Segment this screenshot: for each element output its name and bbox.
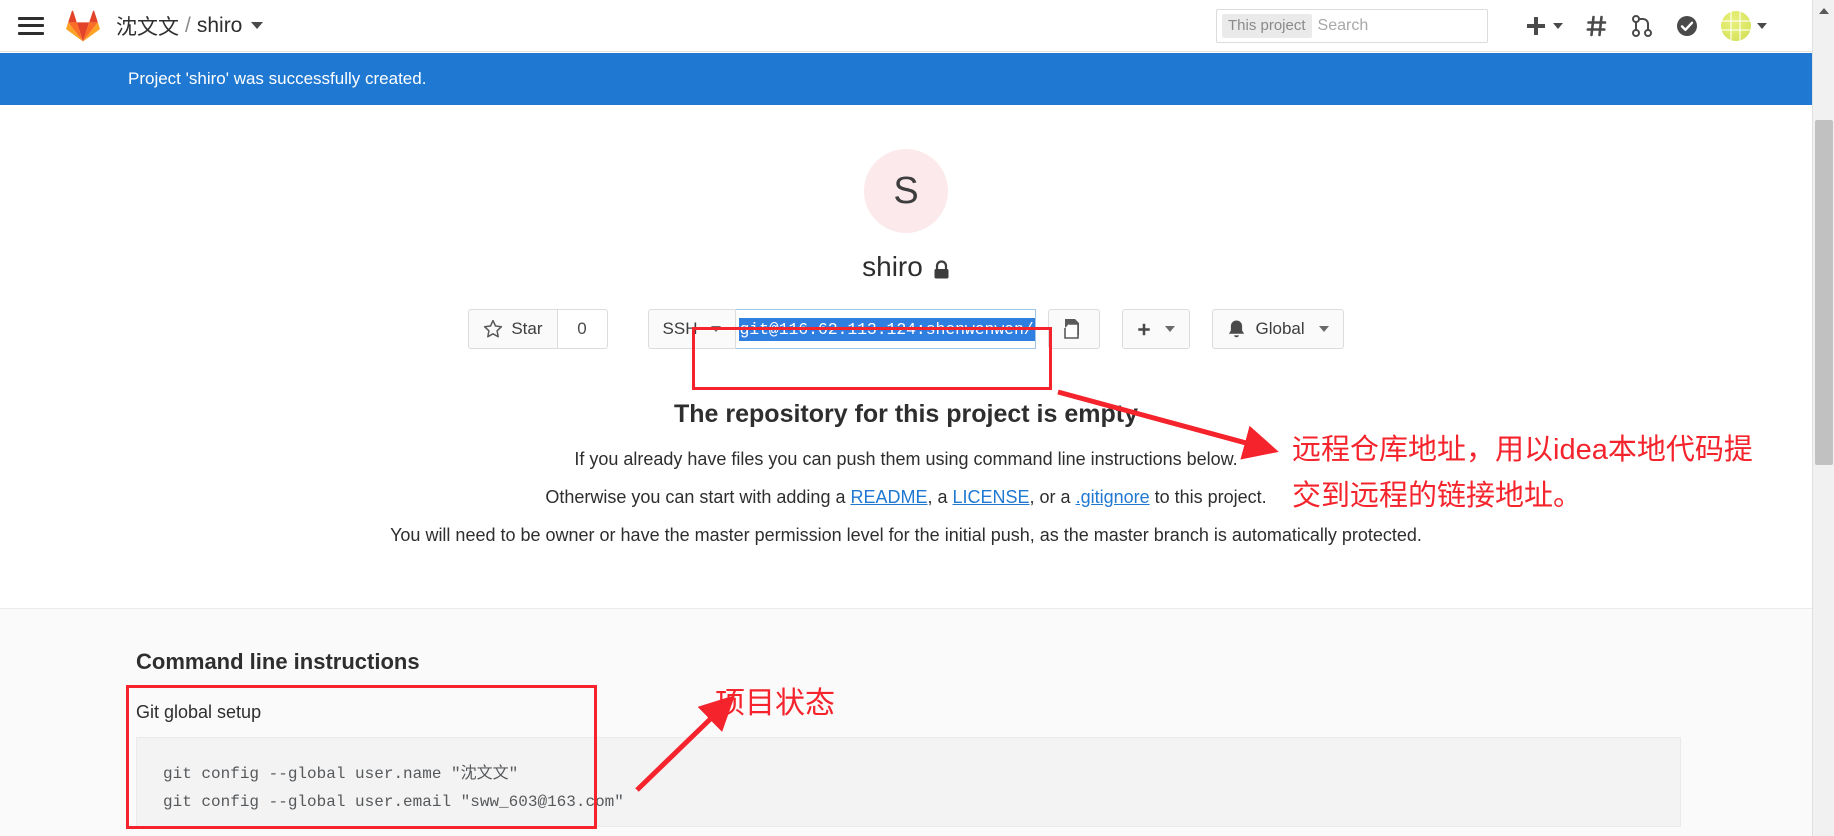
issues-nav-button[interactable]: [1574, 0, 1620, 52]
search-input[interactable]: [1311, 16, 1531, 35]
annotation-project-status: 项目状态: [715, 687, 835, 720]
empty-repo-title: The repository for this project is empty: [674, 400, 1138, 428]
search-scope-label: This project: [1222, 13, 1312, 38]
git-global-setup-title: Git global setup: [136, 702, 262, 722]
empty-repo-line-3: You will need to be owner or have the ma…: [390, 525, 1422, 545]
chevron-down-icon: [1757, 22, 1767, 29]
gitlab-logo-icon[interactable]: [66, 10, 100, 42]
breadcrumb-separator: /: [185, 13, 191, 37]
todos-check-icon: [1677, 15, 1697, 36]
chevron-down-icon: [710, 326, 721, 332]
chevron-up-icon: [1819, 8, 1829, 14]
search-box[interactable]: This project: [1216, 8, 1531, 43]
top-navbar: 沈文文 / shiro This project: [0, 0, 1812, 52]
annotation-line-1: 远程仓库地址，用以idea本地代码提: [1292, 434, 1753, 466]
empty-line2-mid1: , a: [927, 487, 953, 507]
chevron-down-icon: [1318, 326, 1329, 332]
plus-icon: [1527, 16, 1545, 35]
copy-url-button[interactable]: [1047, 309, 1100, 349]
bell-icon: [1228, 320, 1244, 337]
star-button[interactable]: Star: [468, 309, 558, 349]
star-count[interactable]: 0: [557, 309, 608, 349]
notification-label: Global: [1255, 319, 1305, 338]
navbar-right-group: This project: [1216, 0, 1812, 51]
clone-url-value: git@116.62.113.124:shenwenwen/shi: [738, 317, 1035, 341]
clone-protocol-dropdown[interactable]: SSH: [647, 309, 736, 349]
merge-requests-icon: [1632, 14, 1652, 37]
breadcrumb-namespace[interactable]: 沈文文: [116, 11, 179, 41]
clone-url-field[interactable]: git@116.62.113.124:shenwenwen/shi: [735, 309, 1036, 349]
gitignore-link[interactable]: .gitignore: [1076, 487, 1150, 507]
add-to-project-dropdown[interactable]: [1121, 309, 1190, 349]
clone-protocol-label: SSH: [662, 319, 698, 338]
git-global-setup-code[interactable]: git config --global user.name "沈文文" git …: [136, 737, 1681, 827]
plus-icon: [1137, 323, 1150, 335]
hamburger-menu-icon[interactable]: [18, 15, 44, 37]
code-line: git config --global user.email "sww_603@…: [163, 793, 624, 811]
merge-requests-nav-button[interactable]: [1620, 0, 1664, 52]
star-label: Star: [511, 319, 543, 338]
annotation-clone-url-note: 远程仓库地址，用以idea本地代码提 交到远程的链接地址。: [1292, 427, 1834, 519]
chevron-down-icon: [1553, 22, 1563, 29]
todos-nav-button[interactable]: [1664, 0, 1710, 52]
breadcrumb[interactable]: 沈文文 / shiro: [116, 11, 264, 41]
cli-heading: Command line instructions: [136, 649, 420, 674]
empty-line2-prefix: Otherwise you can start with adding a: [545, 487, 851, 507]
user-menu-dropdown[interactable]: [1710, 0, 1778, 52]
flash-success-banner: Project 'shiro' was successfully created…: [0, 53, 1812, 105]
scrollbar-thumb[interactable]: [1815, 120, 1833, 465]
scrollbar-up-button[interactable]: [1813, 0, 1834, 22]
chevron-down-icon[interactable]: [251, 22, 264, 29]
lock-icon: [934, 260, 949, 279]
empty-line2-suffix: to this project.: [1149, 487, 1267, 507]
issues-hash-icon: [1586, 15, 1607, 36]
star-icon: [484, 319, 503, 338]
project-header: S shiro Star 0 SSH git@116.62.113.124:sh…: [0, 105, 1812, 349]
license-link[interactable]: LICENSE: [953, 487, 1030, 507]
copy-icon: [1063, 319, 1079, 339]
project-avatar: S: [864, 149, 948, 233]
star-group: Star 0: [468, 309, 608, 349]
notification-setting-dropdown[interactable]: Global: [1211, 309, 1344, 349]
annotation-line-2: 交到远程的链接地址。: [1292, 480, 1583, 512]
avatar: [1721, 10, 1751, 41]
code-line: git config --global user.name "沈文文": [163, 765, 519, 783]
vertical-scrollbar[interactable]: [1812, 0, 1834, 836]
flash-message: Project 'shiro' was successfully created…: [128, 69, 427, 88]
new-item-dropdown[interactable]: [1514, 0, 1574, 52]
readme-link[interactable]: README: [850, 487, 927, 507]
project-actions-toolbar: Star 0 SSH git@116.62.113.124:shenwenwen…: [0, 309, 1812, 349]
command-line-instructions-section: Command line instructions Git global set…: [0, 608, 1812, 836]
clone-url-wrapper: git@116.62.113.124:shenwenwen/shi: [735, 309, 1036, 349]
empty-line2-mid2: , or a: [1029, 487, 1076, 507]
page-title: shiro: [0, 251, 1812, 283]
breadcrumb-project[interactable]: shiro: [197, 14, 243, 38]
chevron-down-icon: [1164, 326, 1175, 332]
project-name: shiro: [862, 251, 923, 282]
gitlab-project-page: 沈文文 / shiro This project Search Project …: [0, 0, 1834, 836]
